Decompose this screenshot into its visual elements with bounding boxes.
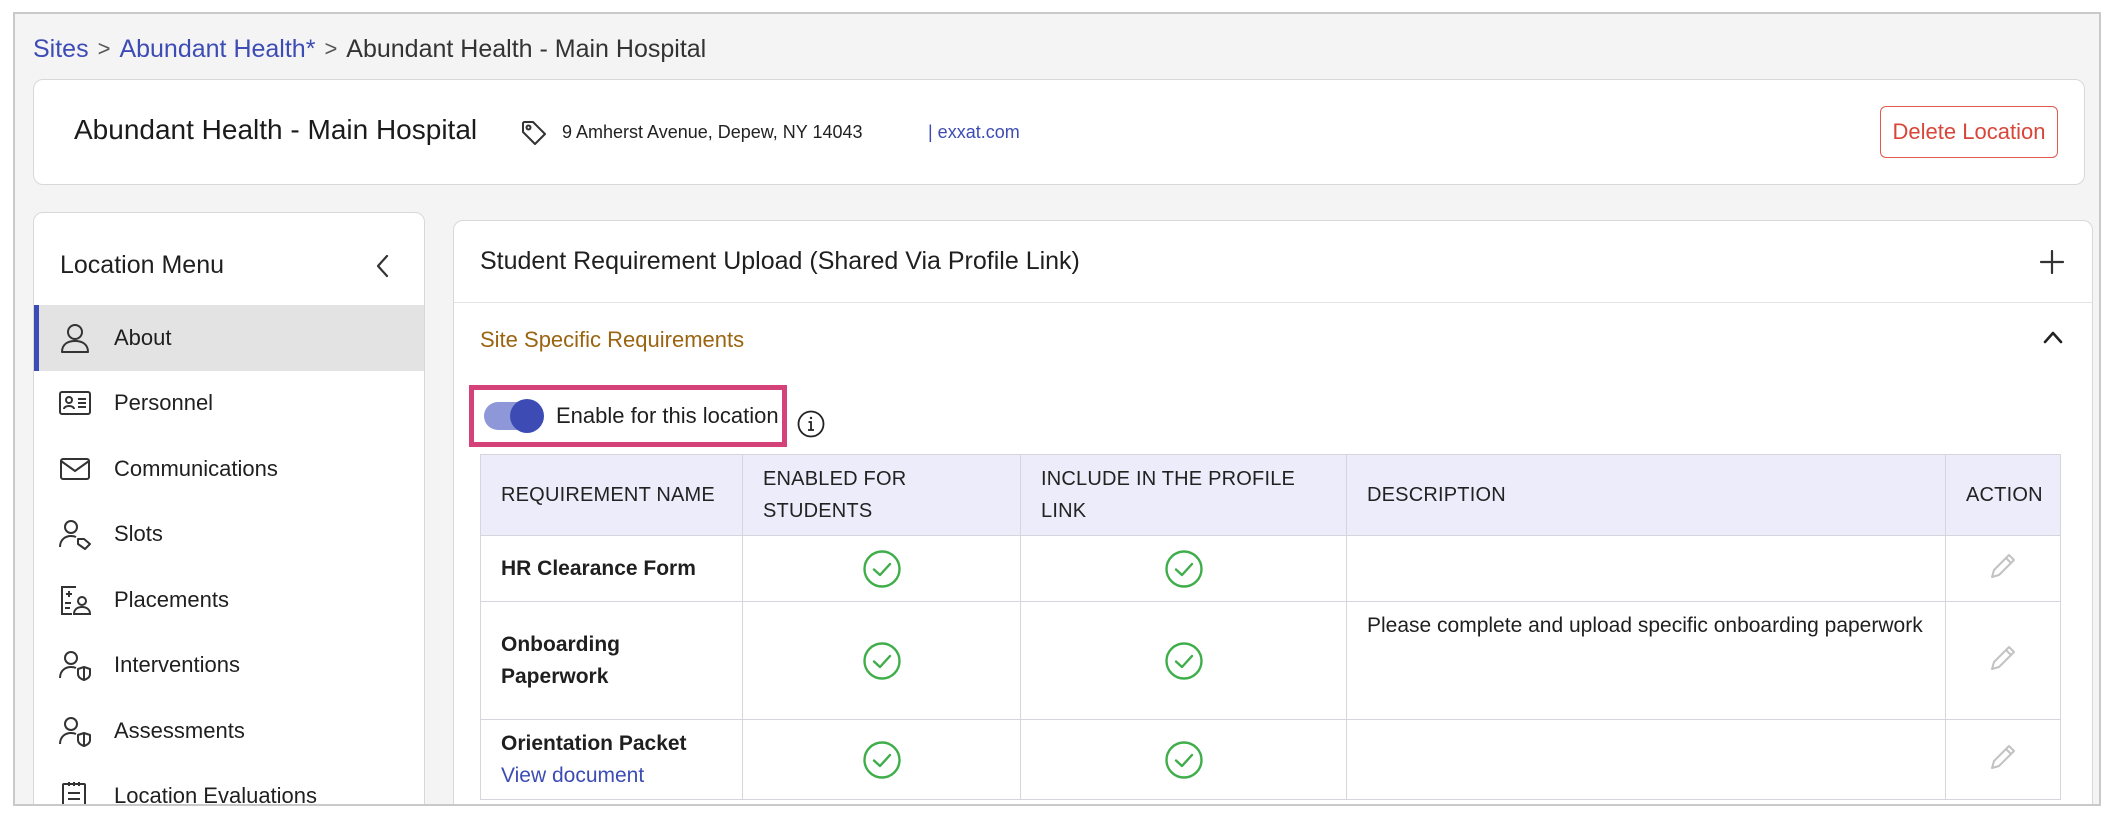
location-address: 9 Amherst Avenue, Depew, NY 14043 bbox=[562, 122, 863, 142]
view-document-link[interactable]: View document bbox=[501, 760, 722, 792]
action-cell bbox=[1945, 535, 2061, 602]
sidebar-item-placements[interactable]: Placements bbox=[34, 567, 424, 633]
id-card-icon bbox=[59, 391, 91, 416]
enabled-cell bbox=[742, 719, 1021, 800]
sidebar-item-label: Assessments bbox=[114, 717, 245, 743]
sidebar-item-location-evaluations[interactable]: Location Evaluations bbox=[34, 764, 424, 806]
sidebar-item-label: Interventions bbox=[114, 652, 240, 678]
check-circle-icon bbox=[1164, 740, 1203, 779]
location-menu: Location Menu About Personnel Communicat… bbox=[33, 212, 425, 806]
chevron-left-icon[interactable] bbox=[372, 251, 394, 281]
requirement-name: HR Clearance Form bbox=[480, 535, 743, 602]
column-header-action: ACTION bbox=[1945, 454, 2061, 536]
sidebar-item-interventions[interactable]: Interventions bbox=[34, 633, 424, 699]
pencil-icon[interactable] bbox=[1986, 740, 2020, 774]
section-title: Student Requirement Upload (Shared Via P… bbox=[480, 247, 1080, 275]
breadcrumb-sites[interactable]: Sites bbox=[33, 35, 89, 64]
include-cell bbox=[1020, 719, 1347, 800]
toggle-label: Enable for this location bbox=[556, 403, 779, 428]
mail-icon bbox=[60, 457, 90, 480]
sidebar-item-label: Personnel bbox=[114, 390, 214, 416]
website-link[interactable]: | exxat.com bbox=[928, 122, 1020, 143]
breadcrumb-parent-site[interactable]: Abundant Health* bbox=[119, 35, 315, 64]
sidebar-item-slots[interactable]: Slots bbox=[34, 502, 424, 568]
column-header-include-in-profile-link[interactable]: INCLUDE IN THE PROFILE LINK bbox=[1020, 454, 1347, 536]
person-tag-icon bbox=[59, 520, 91, 551]
sidebar-item-label: Slots bbox=[114, 521, 163, 547]
person-icon bbox=[61, 323, 89, 353]
include-cell bbox=[1020, 535, 1347, 602]
sidebar-item-label: About bbox=[114, 324, 172, 350]
sidebar-item-label: Placements bbox=[114, 586, 229, 612]
delete-location-button[interactable]: Delete Location bbox=[1880, 106, 2058, 158]
requirement-name-cell: Orientation Packet View document bbox=[480, 719, 743, 800]
breadcrumb: Sites > Abundant Health* > Abundant Heal… bbox=[33, 32, 706, 66]
requirement-name: Onboarding Paperwork bbox=[480, 601, 743, 720]
section-header[interactable]: Student Requirement Upload (Shared Via P… bbox=[454, 221, 2092, 303]
table-header-row: REQUIREMENT NAME ENABLED FOR STUDENTS IN… bbox=[480, 454, 2061, 536]
info-icon[interactable] bbox=[796, 409, 826, 439]
breadcrumb-current: Abundant Health - Main Hospital bbox=[346, 34, 707, 63]
app-frame: Sites > Abundant Health* > Abundant Heal… bbox=[13, 12, 2101, 806]
requirements-panel: Student Requirement Upload (Shared Via P… bbox=[453, 220, 2093, 804]
check-circle-icon bbox=[862, 641, 901, 680]
chevron-up-icon[interactable] bbox=[2042, 329, 2064, 345]
enable-location-toggle[interactable] bbox=[484, 399, 544, 433]
location-header: Abundant Health - Main Hospital 9 Amhers… bbox=[33, 79, 2085, 185]
person-shield-icon bbox=[59, 651, 91, 682]
enabled-cell bbox=[742, 601, 1021, 720]
requirement-name: Orientation Packet bbox=[501, 731, 687, 755]
table-row: HR Clearance Form bbox=[480, 535, 2061, 602]
plus-icon[interactable] bbox=[2038, 248, 2066, 276]
check-circle-icon bbox=[862, 549, 901, 588]
action-cell bbox=[1945, 601, 2061, 720]
page-title: Abundant Health - Main Hospital bbox=[74, 114, 478, 145]
location-menu-title: Location Menu bbox=[60, 251, 225, 279]
breadcrumb-separator: > bbox=[324, 36, 338, 61]
pencil-icon[interactable] bbox=[1986, 549, 2020, 583]
check-circle-icon bbox=[1164, 641, 1203, 680]
enabled-cell bbox=[742, 535, 1021, 602]
description-cell: Please complete and upload specific onbo… bbox=[1346, 601, 1946, 720]
column-header-requirement-name[interactable]: REQUIREMENT NAME bbox=[480, 454, 743, 536]
pencil-icon[interactable] bbox=[1986, 641, 2020, 675]
sidebar-item-personnel[interactable]: Personnel bbox=[34, 371, 424, 437]
clipboard-person-icon bbox=[61, 585, 92, 615]
column-header-enabled-for-students[interactable]: ENABLED FOR STUDENTS bbox=[742, 454, 1021, 536]
include-cell bbox=[1020, 601, 1347, 720]
table-row: Onboarding Paperwork Please complete and… bbox=[480, 601, 2061, 720]
column-header-description[interactable]: DESCRIPTION bbox=[1346, 454, 1946, 536]
sidebar-item-label: Communications bbox=[114, 455, 278, 481]
sidebar-item-about[interactable]: About bbox=[34, 305, 424, 371]
table-row: Orientation Packet View document bbox=[480, 719, 2061, 800]
check-circle-icon bbox=[1164, 549, 1203, 588]
sidebar-item-label: Location Evaluations bbox=[114, 783, 318, 806]
toggle-knob bbox=[510, 399, 544, 433]
sidebar-item-communications[interactable]: Communications bbox=[34, 436, 424, 502]
description-cell bbox=[1346, 719, 1946, 800]
tag-icon bbox=[522, 121, 546, 145]
toggle-highlight: Enable for this location bbox=[469, 385, 787, 447]
subsection-title: Site Specific Requirements bbox=[480, 327, 745, 352]
action-cell bbox=[1945, 719, 2061, 800]
description-cell bbox=[1346, 535, 1946, 602]
checklist-icon bbox=[62, 782, 86, 804]
person-shield-icon bbox=[59, 716, 91, 747]
breadcrumb-separator: > bbox=[97, 36, 111, 61]
check-circle-icon bbox=[862, 740, 901, 779]
requirements-table: REQUIREMENT NAME ENABLED FOR STUDENTS IN… bbox=[480, 454, 2061, 800]
sidebar-item-assessments[interactable]: Assessments bbox=[34, 698, 424, 764]
